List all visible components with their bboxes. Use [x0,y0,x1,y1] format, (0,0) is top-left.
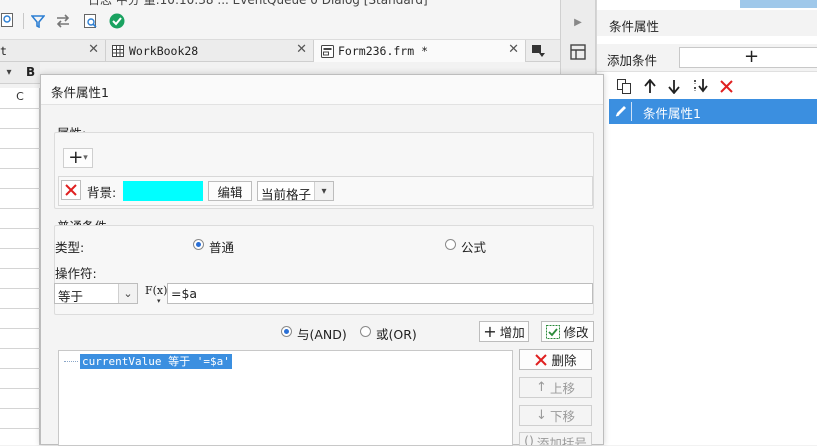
add-button-label: 增加 [499,325,525,340]
type-option-formula-label: 公式 [461,240,487,255]
dropdown-arrow-icon[interactable]: ▾ [0,65,18,81]
add-bracket-label: 添加括号 [536,436,587,446]
form-icon [320,44,334,58]
tree-connector [64,361,78,362]
tab-partial[interactable]: t ✕ [0,40,106,62]
tab-bar: t ✕ WorkBook28 ✕ Form236.frm * ✕ [0,40,560,62]
condition-list-item[interactable]: 条件属性1 [609,99,817,124]
close-icon[interactable]: ✕ [508,42,519,57]
background-label: 背景: [87,185,117,200]
operator-select-value: 等于 [58,289,84,304]
and-label: 与(AND) [297,327,347,342]
move-down-button[interactable]: ↓ 下移 [519,405,592,426]
modify-button-label: 修改 [563,325,589,340]
tab-list-icon[interactable] [528,42,548,60]
plus-icon: + [68,147,84,168]
copy-icon[interactable] [615,77,633,95]
spreadsheet-grid-fragment [0,88,40,445]
move-up-button[interactable]: ↑ 上移 [519,377,592,398]
preview-icon[interactable] [0,12,14,28]
modify-condition-button[interactable]: 修改 [541,321,594,342]
tab-label: t [0,44,7,58]
background-color-swatch[interactable] [123,181,203,201]
delete-condition-button[interactable]: 删除 [519,349,592,370]
scope-select[interactable]: 当前格子 ▾ [257,181,334,202]
collapse-arrow-icon[interactable]: ▶ [569,14,587,30]
arrow-down-icon[interactable] [665,77,683,95]
workbook-grid-icon [111,44,125,58]
close-icon[interactable]: ✕ [88,42,99,57]
condition-value-input[interactable]: =$a [167,283,593,304]
add-condition-button[interactable]: + [679,47,817,68]
edit-button[interactable]: 编辑 [208,181,252,201]
move-down-label: 下移 [549,409,575,424]
chevron-down-icon: ▾ [83,153,88,163]
pencil-icon [613,103,629,119]
property-panel: 条件属性 添加条件 + 条件属性1 [596,0,817,445]
condition-value-text: =$a [171,286,198,301]
check-icon[interactable] [108,12,126,30]
add-condition-label: 添加条件 [607,53,658,68]
window-title-fragment: 日志 中分 量:10:10:38 ... EventQueue 0 Dialog… [88,0,428,7]
or-label: 或(OR) [376,327,417,342]
pencil-divider [631,102,632,121]
or-radio[interactable] [360,326,371,337]
type-label: 类型: [55,240,85,255]
add-bracket-button[interactable]: () 添加括号 [519,432,592,446]
type-radio-normal[interactable] [193,239,204,250]
modify-icon [546,324,561,339]
dialog-titlebar: 条件属性1 [41,75,603,105]
add-condition-button[interactable]: + 增加 [479,321,529,342]
remove-attribute-icon[interactable] [61,180,81,200]
operator-label: 操作符: [55,266,97,281]
tab-workbook28[interactable]: WorkBook28 ✕ [106,40,314,62]
type-option-normal-label: 普通 [209,240,235,255]
swap-arrows-icon[interactable] [54,12,72,30]
search-document-icon[interactable] [82,12,100,30]
tab-form236[interactable]: Form236.frm * ✕ [314,40,526,62]
property-panel-header: 条件属性 [597,10,817,36]
bold-icon[interactable]: B [26,65,40,81]
operator-select[interactable]: 等于 ⌄ [54,283,138,304]
delete-button-label: 删除 [551,353,577,368]
move-up-label: 上移 [549,381,575,396]
chevron-down-icon: ▾ [314,182,333,200]
tab-label: WorkBook28 [129,44,199,58]
layout-panel-icon[interactable] [568,42,588,62]
arrow-up-icon: ↑ [536,380,547,395]
arrow-up-icon[interactable] [641,77,659,95]
formula-dropdown-icon[interactable]: ▾ [157,297,161,305]
arrow-down-icon: ↓ [536,408,547,423]
window-title-highlight [740,0,817,8]
condition-list[interactable]: currentValue 等于 '=$a' [58,350,513,446]
dialog-title: 条件属性1 [51,85,109,100]
format-toolbar-fragment: ▾ B [0,62,40,84]
move-to-bottom-icon[interactable] [691,77,711,95]
formula-icon[interactable]: F(x) [145,284,167,297]
toolbar-separator [23,13,24,29]
delete-icon[interactable] [717,77,735,95]
condition-entry[interactable]: currentValue 等于 '=$a' [80,354,232,369]
condition-toolbar [597,74,817,98]
plus-icon: + [483,321,497,341]
tab-label: Form236.frm * [338,44,429,58]
column-header-c[interactable]: C [0,90,40,108]
delete-icon [534,353,548,367]
and-radio[interactable] [281,326,292,337]
add-attribute-menu-button[interactable]: + ▾ [63,148,93,168]
scope-select-value: 当前格子 [261,187,312,202]
bracket-icon: () [524,433,534,446]
condition-item-label: 条件属性1 [643,106,701,121]
condition-attribute-dialog: 条件属性1 属性: + ▾ 背景: 编辑 当前格子 ▾ 普通条件 类型: 普通 … [40,74,604,446]
close-icon[interactable]: ✕ [296,42,307,57]
type-radio-formula[interactable] [445,239,456,250]
panel-title: 条件属性 [609,19,660,34]
add-condition-row: 添加条件 + [597,44,817,72]
chevron-down-icon: ⌄ [118,284,137,303]
top-toolbar: 日志 中分 量:10:10:38 ... EventQueue 0 Dialog… [0,0,596,40]
filter-icon[interactable] [30,12,46,30]
